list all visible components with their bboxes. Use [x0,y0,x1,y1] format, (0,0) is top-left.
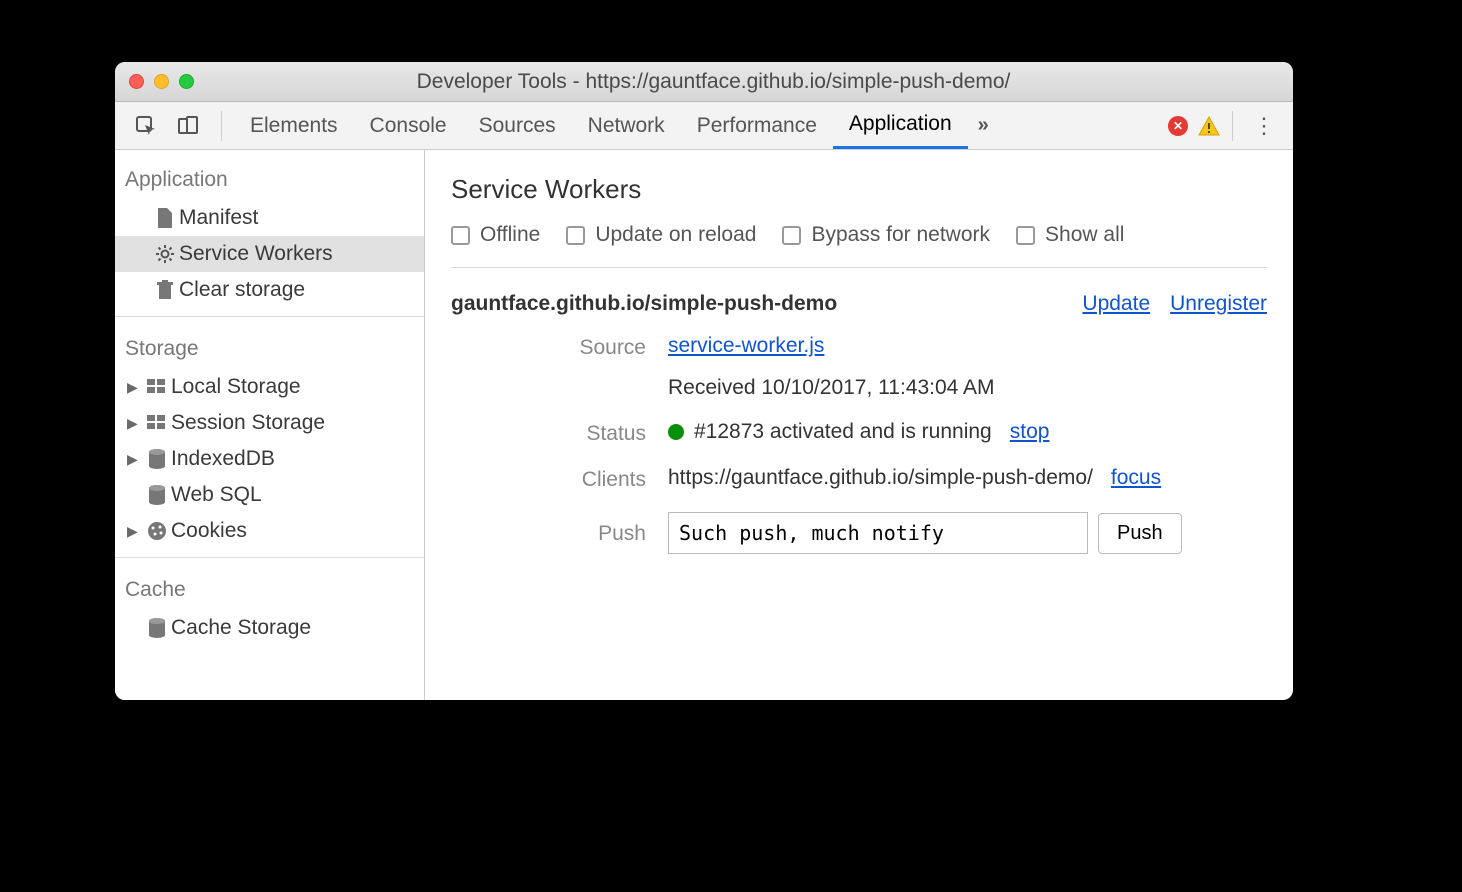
gear-icon [151,244,179,264]
sidebar-divider [115,316,424,317]
file-icon [151,208,179,228]
inspect-element-icon[interactable] [133,113,159,139]
sidebar-item-cookies[interactable]: ▶ Cookies [115,513,424,549]
status-dot-icon [668,424,684,440]
tab-performance[interactable]: Performance [681,102,833,149]
sidebar-group-application: Application [115,156,424,200]
label-source: Source [491,334,646,360]
sidebar-item-label: Session Storage [171,411,325,435]
database-icon [143,449,171,469]
checkbox-update-on-reload[interactable]: Update on reload [566,223,756,247]
checkbox-label: Update on reload [595,223,756,247]
main-panel: Service Workers Offline Update on reload… [425,150,1293,700]
toolbar-separator [1232,111,1233,141]
sidebar-group-storage: Storage [115,325,424,369]
sidebar-item-web-sql[interactable]: ▶ Web SQL [115,477,424,513]
sidebar-item-label: Cookies [171,519,247,543]
settings-menu-icon[interactable]: ⋮ [1245,113,1283,139]
trash-icon [151,280,179,300]
sidebar-item-label: Local Storage [171,375,301,399]
toolbar: Elements Console Sources Network Perform… [115,102,1293,150]
errors-badge-icon[interactable] [1168,116,1188,136]
source-received: Received 10/10/2017, 11:43:04 AM [668,376,995,400]
tab-network[interactable]: Network [572,102,681,149]
push-input[interactable] [668,512,1088,554]
sidebar-item-label: IndexedDB [171,447,275,471]
more-tabs-button[interactable]: » [968,114,999,137]
window-close-button[interactable] [129,74,144,89]
sidebar-item-service-workers[interactable]: Service Workers [115,236,424,272]
tab-sources[interactable]: Sources [463,102,572,149]
expand-arrow-icon[interactable]: ▶ [127,415,143,432]
devtools-window: Developer Tools - https://gauntface.gith… [115,62,1293,700]
toolbar-separator [221,111,222,141]
sidebar: Application Manifest Service Workers [115,150,425,700]
sidebar-item-label: Clear storage [179,278,305,302]
checkbox-icon [782,226,801,245]
sidebar-item-local-storage[interactable]: ▶ Local Storage [115,369,424,405]
sidebar-item-cache-storage[interactable]: ▶ Cache Storage [115,610,424,646]
value-push: Push [668,512,1267,554]
titlebar: Developer Tools - https://gauntface.gith… [115,62,1293,102]
database-icon [143,618,171,638]
push-button[interactable]: Push [1098,513,1182,554]
cookie-icon [143,521,171,541]
checkbox-icon [451,226,470,245]
sidebar-divider [115,557,424,558]
value-status: #12873 activated and is running stop [668,420,1267,444]
client-url: https://gauntface.github.io/simple-push-… [668,466,1093,490]
sw-origin: gauntface.github.io/simple-push-demo [451,292,837,316]
database-icon [143,485,171,505]
tab-application[interactable]: Application [833,102,968,149]
checkbox-offline[interactable]: Offline [451,223,540,247]
sidebar-group-cache: Cache [115,566,424,610]
content-area: Application Manifest Service Workers [115,150,1293,700]
label-clients: Clients [491,466,646,492]
stop-link[interactable]: stop [1010,420,1050,444]
tab-console[interactable]: Console [354,102,463,149]
value-source: service-worker.js Received 10/10/2017, 1… [668,334,1267,400]
status-text: #12873 activated and is running [694,420,992,444]
sidebar-item-indexeddb[interactable]: ▶ IndexedDB [115,441,424,477]
sidebar-item-session-storage[interactable]: ▶ Session Storage [115,405,424,441]
checkbox-label: Bypass for network [811,223,990,247]
sidebar-item-label: Web SQL [171,483,262,507]
focus-link[interactable]: focus [1111,466,1161,490]
tab-elements[interactable]: Elements [234,102,354,149]
checkbox-icon [566,226,585,245]
sidebar-item-manifest[interactable]: Manifest [115,200,424,236]
unregister-link[interactable]: Unregister [1170,292,1267,316]
window-title: Developer Tools - https://gauntface.gith… [148,70,1279,94]
sw-origin-row: gauntface.github.io/simple-push-demo Upd… [451,268,1267,334]
update-link[interactable]: Update [1082,292,1150,316]
sw-details: Source service-worker.js Received 10/10/… [451,334,1267,554]
checkbox-show-all[interactable]: Show all [1016,223,1124,247]
device-toolbar-icon[interactable] [175,113,201,139]
expand-arrow-icon[interactable]: ▶ [127,379,143,396]
panel-heading: Service Workers [451,174,1267,205]
warnings-badge-icon[interactable] [1198,116,1220,136]
sidebar-item-clear-storage[interactable]: Clear storage [115,272,424,308]
label-status: Status [491,420,646,446]
expand-arrow-icon[interactable]: ▶ [127,451,143,468]
expand-arrow-icon[interactable]: ▶ [127,523,143,540]
label-push: Push [491,512,646,546]
grid-icon [143,415,171,431]
sidebar-item-label: Service Workers [179,242,333,266]
checkbox-label: Offline [480,223,540,247]
sidebar-item-label: Manifest [179,206,258,230]
value-clients: https://gauntface.github.io/simple-push-… [668,466,1267,490]
checkbox-icon [1016,226,1035,245]
sw-options-row: Offline Update on reload Bypass for netw… [451,223,1267,268]
source-file-link[interactable]: service-worker.js [668,334,824,358]
checkbox-bypass-for-network[interactable]: Bypass for network [782,223,990,247]
checkbox-label: Show all [1045,223,1124,247]
grid-icon [143,379,171,395]
sidebar-item-label: Cache Storage [171,616,311,640]
